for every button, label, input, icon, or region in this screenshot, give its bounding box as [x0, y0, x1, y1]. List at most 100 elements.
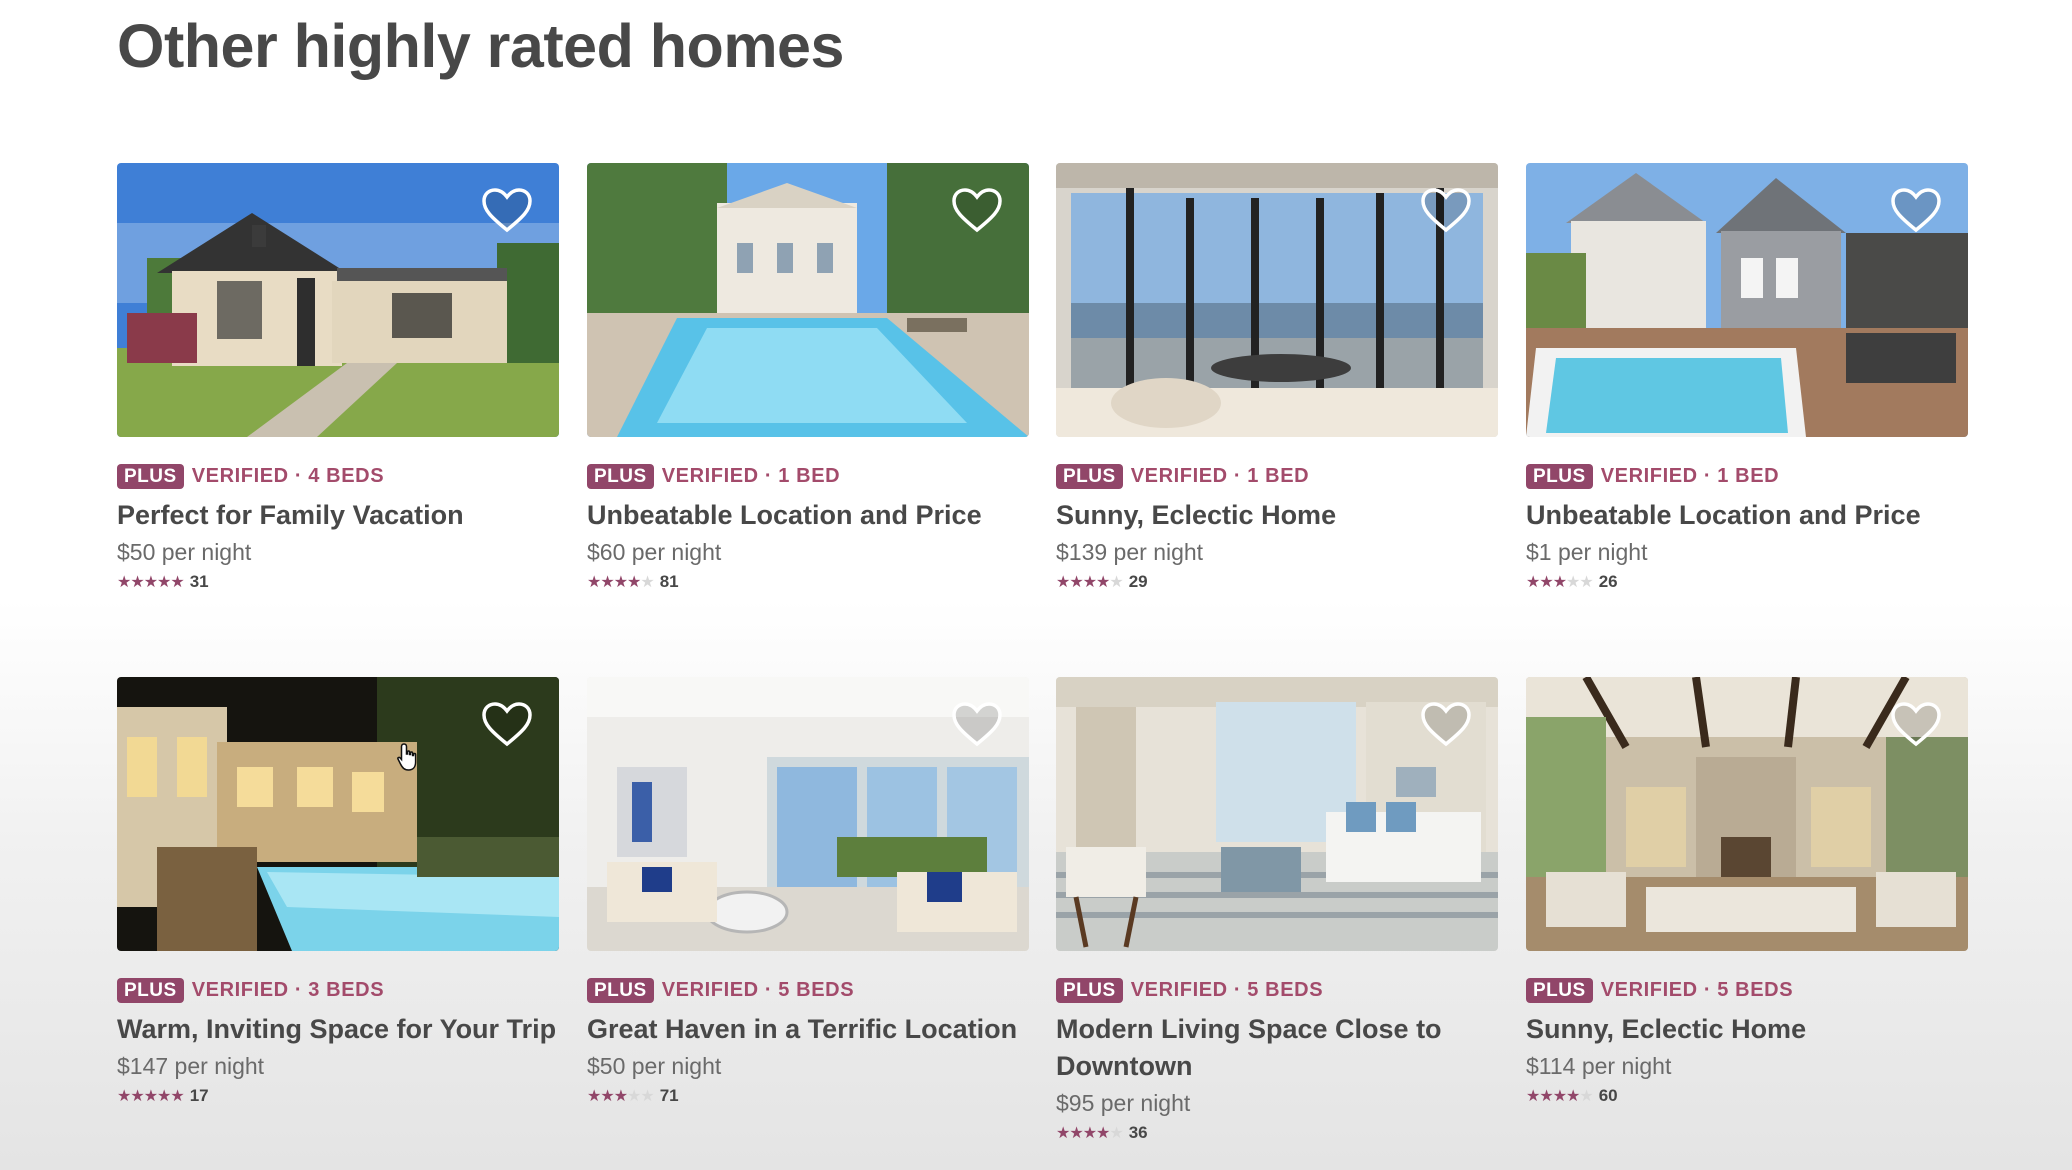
listing-meta: PLUS VERIFIED · 5 BEDS [1526, 977, 1968, 1003]
listing-rating: ★★★★★ 36 [1056, 1122, 1498, 1145]
listing-card[interactable]: PLUS VERIFIED · 1 BED Unbeatable Location… [1526, 163, 1968, 594]
star-icon: ★ [1056, 574, 1070, 591]
verified-beds: VERIFIED · 5 BEDS [661, 979, 855, 1001]
star-icon: ★ [1096, 1125, 1110, 1142]
favorite-heart-icon[interactable] [1420, 701, 1472, 747]
star-rating-icon: ★★★★★ [1056, 1123, 1124, 1142]
star-icon: ★ [600, 1088, 614, 1105]
star-rating-icon: ★★★★★ [1526, 572, 1594, 591]
star-icon: ★ [1096, 574, 1110, 591]
listing-photo[interactable] [1526, 163, 1968, 437]
star-icon: ★ [627, 1088, 641, 1105]
listing-card[interactable]: PLUS VERIFIED · 1 BED Sunny, Eclectic Hom… [1056, 163, 1498, 594]
star-icon: ★ [1579, 574, 1593, 591]
star-icon: ★ [627, 574, 641, 591]
listing-photo[interactable] [1526, 677, 1968, 951]
listing-card[interactable]: PLUS VERIFIED · 5 BEDS Modern Living Spac… [1056, 677, 1498, 1145]
review-count: 29 [1128, 572, 1148, 591]
listing-card[interactable]: PLUS VERIFIED · 5 BEDS Sunny, Eclectic Ho… [1526, 677, 1968, 1108]
listing-card[interactable]: PLUS VERIFIED · 1 BED Unbeatable Location… [587, 163, 1029, 594]
star-rating-icon: ★★★★★ [587, 1086, 655, 1105]
listing-title[interactable]: Sunny, Eclectic Home [1056, 497, 1498, 534]
listing-rating: ★★★★★ 29 [1056, 571, 1498, 594]
listing-photo[interactable] [117, 163, 559, 437]
listing-meta: PLUS VERIFIED · 1 BED [587, 463, 1029, 489]
favorite-heart-icon[interactable] [951, 187, 1003, 233]
verified-beds: VERIFIED · 5 BEDS [1130, 979, 1324, 1001]
star-icon: ★ [613, 1088, 628, 1105]
listing-price: $114 per night [1526, 1053, 1672, 1079]
verified-beds: VERIFIED · 3 BEDS [191, 979, 385, 1001]
review-count: 71 [659, 1086, 679, 1105]
plus-badge: PLUS [587, 978, 654, 1003]
star-icon: ★ [1526, 574, 1540, 591]
star-icon: ★ [1552, 574, 1567, 591]
star-icon: ★ [157, 1088, 171, 1105]
star-rating-icon: ★★★★★ [1526, 1086, 1594, 1105]
star-icon: ★ [1069, 574, 1083, 591]
star-icon: ★ [600, 574, 614, 591]
star-icon: ★ [1579, 1088, 1593, 1105]
plus-badge: PLUS [1056, 464, 1123, 489]
listing-meta: PLUS VERIFIED · 1 BED [1056, 463, 1498, 489]
star-icon: ★ [157, 574, 171, 591]
review-count: 81 [659, 572, 679, 591]
star-icon: ★ [1069, 1125, 1083, 1142]
listing-price: $147 per night [117, 1053, 265, 1079]
listing-price: $139 per night [1056, 539, 1204, 565]
star-icon: ★ [1566, 1088, 1580, 1105]
verified-beds: VERIFIED · 1 BED [661, 465, 841, 487]
listing-meta: PLUS VERIFIED · 1 BED [1526, 463, 1968, 489]
listing-title[interactable]: Great Haven in a Terrific Location [587, 1011, 1029, 1048]
review-count: 31 [189, 572, 209, 591]
listing-photo[interactable] [1056, 163, 1498, 437]
listing-photo[interactable] [587, 163, 1029, 437]
star-icon: ★ [1109, 574, 1123, 591]
listing-title[interactable]: Modern Living Space Close to Downtown [1056, 1011, 1498, 1085]
favorite-heart-icon[interactable] [1890, 701, 1942, 747]
star-icon: ★ [587, 1088, 601, 1105]
review-count: 36 [1128, 1123, 1148, 1142]
plus-badge: PLUS [117, 464, 184, 489]
listing-photo[interactable] [1056, 677, 1498, 951]
listing-title[interactable]: Unbeatable Location and Price [1526, 497, 1968, 534]
favorite-heart-icon[interactable] [481, 187, 533, 233]
listing-meta: PLUS VERIFIED · 5 BEDS [587, 977, 1029, 1003]
listing-title[interactable]: Perfect for Family Vacation [117, 497, 559, 534]
star-icon: ★ [587, 574, 601, 591]
star-icon: ★ [1109, 1125, 1123, 1142]
listing-meta: PLUS VERIFIED · 5 BEDS [1056, 977, 1498, 1003]
listings-grid: PLUS VERIFIED · 4 BEDS Perfect for Family… [0, 0, 2072, 1170]
star-icon: ★ [130, 574, 144, 591]
plus-badge: PLUS [587, 464, 654, 489]
listing-price: $1 per night [1526, 539, 1648, 565]
star-icon: ★ [170, 574, 184, 591]
favorite-heart-icon[interactable] [481, 701, 533, 747]
verified-beds: VERIFIED · 5 BEDS [1600, 979, 1794, 1001]
verified-beds: VERIFIED · 1 BED [1130, 465, 1310, 487]
listing-card[interactable]: PLUS VERIFIED · 5 BEDS Great Haven in a T… [587, 677, 1029, 1108]
review-count: 60 [1598, 1086, 1618, 1105]
listing-title[interactable]: Sunny, Eclectic Home [1526, 1011, 1968, 1048]
listing-rating: ★★★★★ 81 [587, 571, 1029, 594]
listing-photo[interactable] [587, 677, 1029, 951]
star-icon: ★ [143, 1088, 158, 1105]
star-rating-icon: ★★★★★ [1056, 572, 1124, 591]
star-icon: ★ [1082, 1125, 1097, 1142]
star-rating-icon: ★★★★★ [117, 572, 185, 591]
listing-photo[interactable] [117, 677, 559, 951]
star-icon: ★ [1082, 574, 1097, 591]
listing-card[interactable]: PLUS VERIFIED · 4 BEDS Perfect for Family… [117, 163, 559, 594]
listing-title[interactable]: Unbeatable Location and Price [587, 497, 1029, 534]
listing-title[interactable]: Warm, Inviting Space for Your Trip [117, 1011, 559, 1048]
plus-badge: PLUS [1056, 978, 1123, 1003]
star-icon: ★ [170, 1088, 184, 1105]
star-icon: ★ [640, 574, 654, 591]
favorite-heart-icon[interactable] [951, 701, 1003, 747]
listing-card[interactable]: PLUS VERIFIED · 3 BEDS Warm, Inviting Spa… [117, 677, 559, 1108]
star-icon: ★ [1539, 1088, 1553, 1105]
hand-cursor-icon [397, 743, 417, 771]
favorite-heart-icon[interactable] [1420, 187, 1472, 233]
favorite-heart-icon[interactable] [1890, 187, 1942, 233]
listing-rating: ★★★★★ 71 [587, 1085, 1029, 1108]
